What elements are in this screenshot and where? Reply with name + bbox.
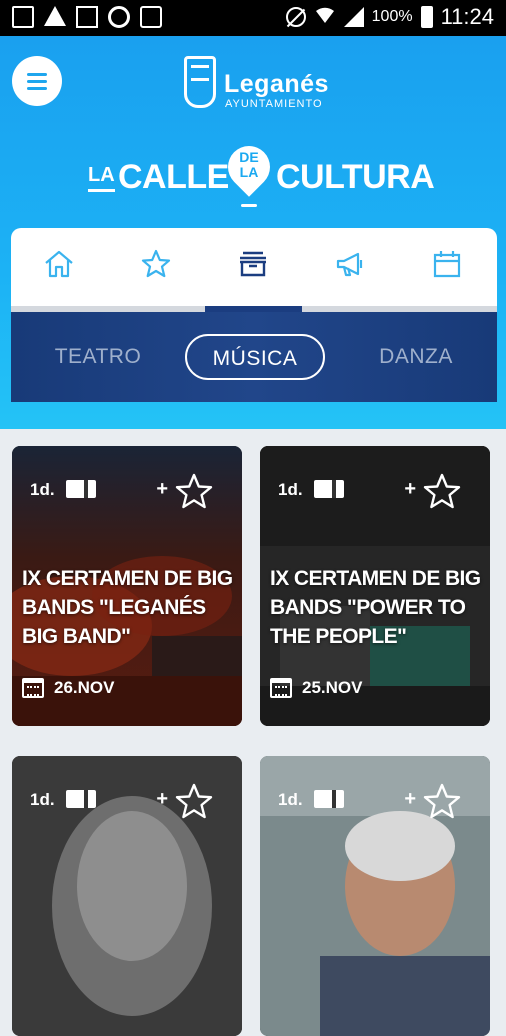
favorite-star-icon[interactable]	[174, 472, 214, 512]
status-bar: 100% 11:24	[0, 0, 506, 36]
shield-icon	[184, 56, 216, 108]
brand-la-2: LA	[239, 164, 259, 180]
menu-button[interactable]	[12, 56, 62, 106]
plus-label: +	[404, 788, 416, 810]
brand-calle: CALLE	[118, 158, 229, 196]
favorite-star-icon[interactable]	[422, 472, 462, 512]
mute-icon	[285, 7, 306, 27]
menu-icon	[27, 73, 47, 76]
nav-favorites[interactable]	[108, 228, 205, 312]
event-title: IX CERTAMEN DE BIG BANDS "LEGANÉS BIG BA…	[22, 567, 233, 648]
brand-title: LA CALLE DE LA CULTURA	[0, 137, 506, 216]
archive-icon	[240, 251, 266, 277]
category-nav	[11, 228, 497, 312]
subcategory-tabs: TEATRO MÚSICA DANZA	[11, 312, 497, 402]
tab-danza[interactable]: DANZA	[363, 334, 469, 380]
plus-label: +	[156, 478, 168, 500]
duration-label: 1d.	[278, 480, 303, 499]
plus-label: +	[156, 788, 168, 810]
tab-musica[interactable]: MÚSICA	[185, 334, 325, 380]
home-icon	[45, 250, 73, 278]
megaphone-icon	[336, 252, 363, 277]
event-date: 26.NOV	[54, 678, 115, 697]
star-icon	[141, 249, 171, 278]
logo-subtitle: AYUNTAMIENTO	[225, 98, 323, 110]
bag-icon	[140, 6, 162, 28]
calendar-icon	[433, 251, 461, 278]
warning-icon	[44, 6, 66, 26]
mail-icon	[76, 6, 98, 28]
favorite-star-icon[interactable]	[422, 782, 462, 822]
duration-label: 1d.	[30, 480, 55, 499]
brand-la: LA	[88, 164, 115, 192]
event-date: 25.NOV	[302, 678, 363, 697]
leganes-logo: Leganés AYUNTAMIENTO	[184, 56, 334, 116]
event-card[interactable]: 1d. + IX CERTAMEN DE BIG BANDS "LEGANÉS …	[12, 446, 242, 726]
clock: 11:24	[440, 4, 494, 29]
event-card[interactable]: 1d. +	[12, 756, 242, 1036]
brand-de: DE	[239, 149, 259, 165]
nav-archive[interactable]	[205, 228, 302, 312]
wifi-icon	[314, 5, 336, 30]
logo-name: Leganés	[224, 70, 329, 98]
ticket-icon	[314, 790, 344, 808]
event-card[interactable]: 1d. +	[260, 756, 490, 1036]
brand-cultura: CULTURA	[276, 158, 435, 196]
image-notification-icon	[12, 6, 34, 28]
sync-icon	[108, 6, 130, 28]
plus-label: +	[404, 478, 416, 500]
signal-icon	[343, 7, 364, 27]
calendar-icon	[22, 678, 44, 698]
ticket-icon	[66, 790, 96, 808]
ticket-icon	[66, 480, 96, 498]
favorite-star-icon[interactable]	[174, 782, 214, 822]
duration-label: 1d.	[278, 790, 303, 809]
event-title: IX CERTAMEN DE BIG BANDS "POWER TO THE P…	[270, 567, 481, 648]
nav-announcements[interactable]	[302, 228, 399, 312]
battery-icon	[420, 6, 433, 28]
battery-percent: 100%	[371, 8, 413, 25]
duration-label: 1d.	[30, 790, 55, 809]
nav-home[interactable]	[11, 228, 108, 312]
ticket-icon	[314, 480, 344, 498]
tab-teatro[interactable]: TEATRO	[43, 334, 153, 380]
calendar-icon	[270, 678, 292, 698]
nav-calendar[interactable]	[399, 228, 496, 312]
event-card[interactable]: 1d. + IX CERTAMEN DE BIG BANDS "POWER TO…	[260, 446, 490, 726]
